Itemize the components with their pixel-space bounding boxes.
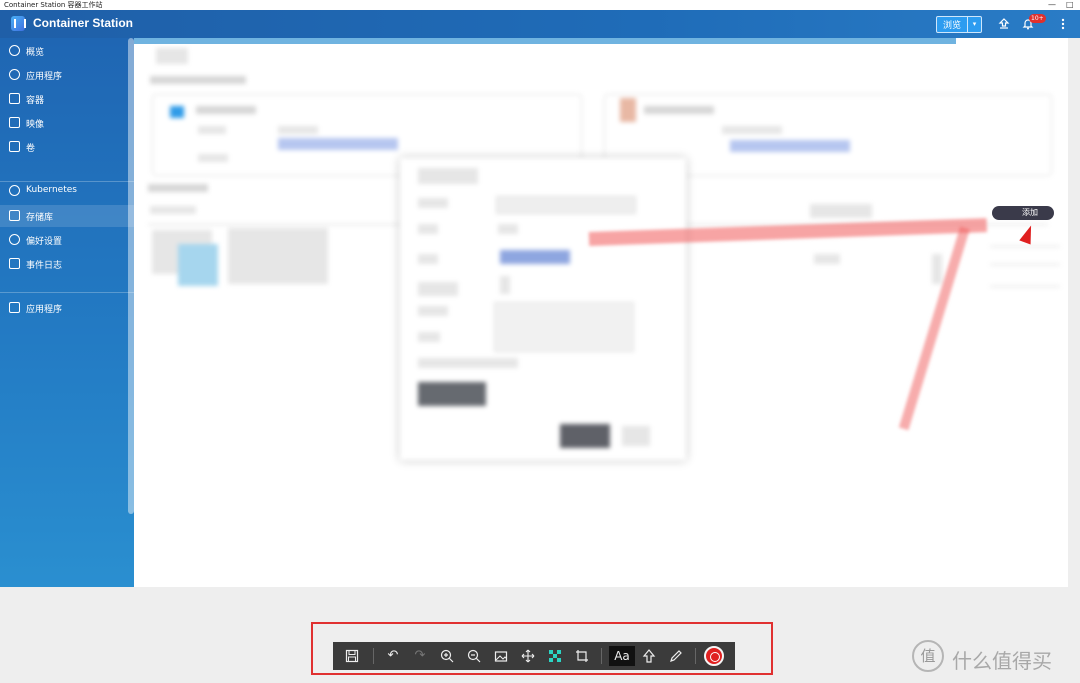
app-header: Container Station 浏览 ▾ 10+ xyxy=(0,10,1080,38)
header-strip xyxy=(134,38,956,44)
sidebar-item-kubernetes[interactable]: Kubernetes xyxy=(0,180,134,202)
add-button-label: 添加 xyxy=(1022,208,1038,217)
event-log-icon xyxy=(9,258,20,269)
upload-icon[interactable] xyxy=(998,18,1010,33)
window-title: Container Station 容器工作站 xyxy=(4,1,103,9)
toolbar-divider xyxy=(373,648,374,664)
apps-icon xyxy=(9,69,20,80)
sidebar-item-label: 映像 xyxy=(26,120,45,130)
sidebar-item-overview[interactable]: 概览 xyxy=(0,40,134,62)
sidebar: 概览 应用程序 容器 映像 卷 Kubernetes 存储库 偏好设置 事件日志… xyxy=(0,38,134,587)
logo-icon xyxy=(11,16,26,31)
main-content: 添加 xyxy=(134,38,1068,587)
more-vertical-icon[interactable] xyxy=(1061,18,1065,33)
record-icon[interactable] xyxy=(704,646,724,666)
volume-icon xyxy=(9,141,20,152)
toolbar-divider xyxy=(695,648,696,664)
window-titlebar: Container Station 容器工作站 — □ xyxy=(0,0,1080,10)
browse-button[interactable]: 浏览 ▾ xyxy=(936,16,982,33)
arrow-tool-icon[interactable] xyxy=(639,646,659,666)
sidebar-item-event-log[interactable]: 事件日志 xyxy=(0,253,134,275)
watermark-text: 什么值得买 xyxy=(952,649,1052,673)
sidebar-divider xyxy=(0,292,134,293)
toolbar-divider xyxy=(601,648,602,664)
mosaic-icon[interactable] xyxy=(545,646,565,666)
sidebar-item-preferences[interactable]: 偏好设置 xyxy=(0,229,134,251)
sidebar-item-label: 存储库 xyxy=(26,213,54,223)
sidebar-item-label: 偏好设置 xyxy=(26,237,63,247)
zoom-out-icon[interactable] xyxy=(464,646,484,666)
notification-badge: 10+ xyxy=(1029,14,1046,23)
sidebar-item-label: 容器 xyxy=(26,96,45,106)
sidebar-item-label: 应用程序 xyxy=(26,305,63,315)
app-title: Container Station xyxy=(33,16,134,30)
sidebar-item-volumes[interactable]: 卷 xyxy=(0,136,134,158)
sidebar-item-label: 概览 xyxy=(26,48,45,58)
app-center-icon xyxy=(9,302,20,313)
images-icon xyxy=(9,117,20,128)
crop-icon[interactable] xyxy=(572,646,592,666)
modal-dialog xyxy=(400,158,686,460)
sidebar-item-label: 事件日志 xyxy=(26,261,63,271)
preferences-icon xyxy=(9,234,20,245)
sidebar-item-label: 应用程序 xyxy=(26,72,63,82)
sidebar-item-label: 卷 xyxy=(26,144,36,154)
maximize-button[interactable]: □ xyxy=(1066,0,1074,10)
undo-icon[interactable]: ↶ xyxy=(383,646,403,666)
sidebar-item-repository[interactable]: 存储库 xyxy=(0,205,134,227)
text-tool[interactable]: Aa xyxy=(609,646,635,666)
sidebar-item-images[interactable]: 映像 xyxy=(0,112,134,134)
arrow-head-icon xyxy=(1019,223,1037,245)
caret-down-icon[interactable]: ▾ xyxy=(967,17,981,32)
sidebar-item-label: Kubernetes xyxy=(26,185,77,195)
pencil-icon[interactable] xyxy=(666,646,686,666)
move-icon[interactable] xyxy=(518,646,538,666)
image-icon[interactable] xyxy=(491,646,511,666)
watermark-logo: 值 xyxy=(912,640,944,672)
sidebar-item-app-center[interactable]: 应用程序 xyxy=(0,297,134,319)
container-icon xyxy=(9,93,20,104)
kubernetes-icon xyxy=(9,185,20,196)
zoom-in-icon[interactable] xyxy=(437,646,457,666)
sidebar-item-applications[interactable]: 应用程序 xyxy=(0,64,134,86)
add-button[interactable]: 添加 xyxy=(992,206,1054,220)
annotation-toolbar: ↶ ↷ Aa xyxy=(333,642,735,670)
minimize-button[interactable]: — xyxy=(1048,0,1056,10)
sidebar-item-containers[interactable]: 容器 xyxy=(0,88,134,110)
save-icon[interactable] xyxy=(342,646,362,666)
dashboard-icon xyxy=(9,45,20,56)
browse-label: 浏览 xyxy=(943,21,962,31)
redo-icon[interactable]: ↷ xyxy=(410,646,430,666)
repository-icon xyxy=(9,210,20,221)
